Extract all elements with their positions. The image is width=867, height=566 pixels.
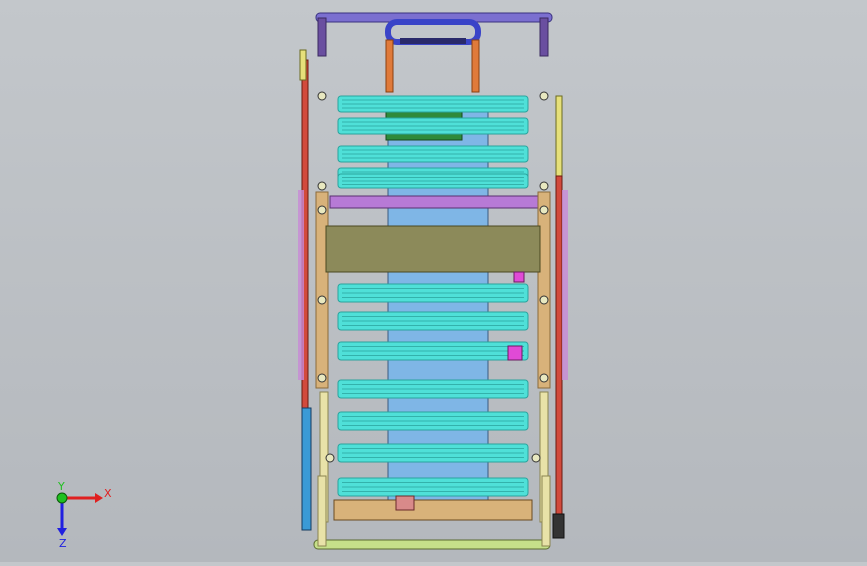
left-handle-leg: [317, 17, 327, 57]
stair-climber-model[interactable]: [0, 0, 867, 562]
bolt-11: [325, 453, 335, 463]
y-axis-dot: [56, 492, 68, 504]
y-axis-label: Y: [57, 480, 65, 493]
z-axis-head: [57, 528, 67, 536]
right-orange-post: [471, 39, 480, 93]
bolt-12: [531, 453, 541, 463]
right-yellow-rod: [555, 95, 563, 177]
z-axis-label: Z: [59, 537, 67, 550]
bolt-2: [539, 91, 549, 101]
left-frame-rail: [315, 191, 329, 389]
bottom-base-bar: [313, 539, 551, 550]
bolt-6: [539, 205, 549, 215]
magenta-bracket: [507, 345, 523, 361]
top-handle-assembly: [315, 12, 553, 93]
base-plate: [333, 499, 533, 521]
left-yellow-rod-tip: [299, 49, 307, 81]
bolt-7: [317, 295, 327, 305]
right-rod-cap: [552, 513, 565, 539]
right-purple-rail: [562, 190, 568, 380]
bolt-10: [539, 373, 549, 383]
olive-plate: [325, 225, 541, 273]
bolt-5: [317, 205, 327, 215]
bolt-8: [539, 295, 549, 305]
cad-viewport[interactable]: X Y Z: [0, 0, 867, 562]
axis-triad: X Y Z: [40, 480, 120, 550]
right-base-post: [541, 475, 551, 547]
bolt-4: [539, 181, 549, 191]
right-red-rod: [555, 175, 563, 517]
purple-crossbar: [329, 195, 541, 209]
left-blue-rod: [301, 407, 312, 531]
left-orange-post: [385, 39, 394, 93]
x-axis-head: [95, 493, 103, 503]
left-base-post: [317, 475, 327, 547]
motor-box: [395, 495, 415, 511]
bolt-3: [317, 181, 327, 191]
grip-knurl: [400, 38, 466, 44]
x-axis-label: X: [104, 487, 112, 500]
left-purple-rail: [298, 190, 304, 380]
right-handle-leg: [539, 17, 549, 57]
bolt-9: [317, 373, 327, 383]
right-frame-rail: [537, 191, 551, 389]
magenta-tab: [513, 271, 525, 283]
bolt-1: [317, 91, 327, 101]
